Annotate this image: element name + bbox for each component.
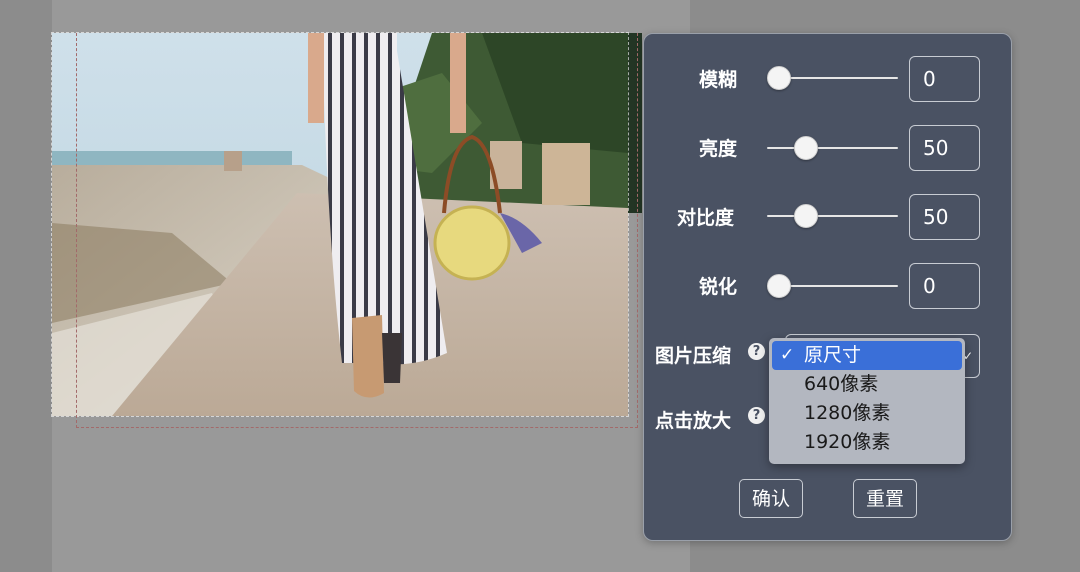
- compression-help-icon[interactable]: ?: [748, 343, 765, 360]
- compression-option-640[interactable]: 640像素: [772, 370, 962, 399]
- canvas-margin-left: [0, 0, 52, 572]
- sharpen-label: 锐化: [699, 276, 738, 298]
- reset-button[interactable]: 重置: [853, 479, 917, 518]
- image-adjust-panel: 模糊 0 亮度 50 对比度 50 锐化 0 图片压缩 ? ✓ 点击放大 ? ✓…: [643, 33, 1012, 541]
- sharpen-slider-thumb[interactable]: [767, 274, 791, 298]
- photo-edge: [628, 33, 642, 213]
- brightness-slider-thumb[interactable]: [793, 136, 818, 160]
- edited-photo[interactable]: [51, 32, 629, 417]
- option-label: 1280像素: [804, 402, 891, 424]
- blur-slider-thumb[interactable]: [767, 66, 791, 90]
- compression-label: 图片压缩: [655, 345, 732, 367]
- sharpen-slider[interactable]: [767, 274, 898, 298]
- compression-option-original[interactable]: ✓ 原尺寸: [772, 341, 962, 370]
- zoom-label: 点击放大: [655, 410, 732, 432]
- contrast-value-input[interactable]: 50: [909, 194, 980, 240]
- compression-option-1280[interactable]: 1280像素: [772, 399, 962, 428]
- blur-slider[interactable]: [767, 66, 898, 90]
- photo-illustration: [52, 33, 628, 416]
- option-label: 原尺寸: [804, 344, 862, 366]
- brightness-slider[interactable]: [767, 136, 898, 160]
- confirm-button[interactable]: 确认: [739, 479, 803, 518]
- contrast-slider-thumb[interactable]: [793, 204, 818, 228]
- option-label: 1920像素: [804, 431, 891, 453]
- brightness-value-input[interactable]: 50: [909, 125, 980, 171]
- zoom-help-icon[interactable]: ?: [748, 407, 765, 424]
- blur-label: 模糊: [699, 69, 738, 91]
- compression-option-1920[interactable]: 1920像素: [772, 428, 962, 457]
- sharpen-value-input[interactable]: 0: [909, 263, 980, 309]
- option-label: 640像素: [804, 373, 879, 395]
- checkmark-icon: ✓: [780, 345, 795, 365]
- compression-dropdown: ✓ 原尺寸 640像素 1280像素 1920像素: [769, 338, 965, 464]
- blur-value-input[interactable]: 0: [909, 56, 980, 102]
- contrast-slider[interactable]: [767, 204, 898, 228]
- brightness-label: 亮度: [699, 138, 738, 160]
- contrast-label: 对比度: [677, 207, 735, 229]
- brightness-slider-track[interactable]: [767, 147, 898, 149]
- contrast-slider-track[interactable]: [767, 215, 898, 217]
